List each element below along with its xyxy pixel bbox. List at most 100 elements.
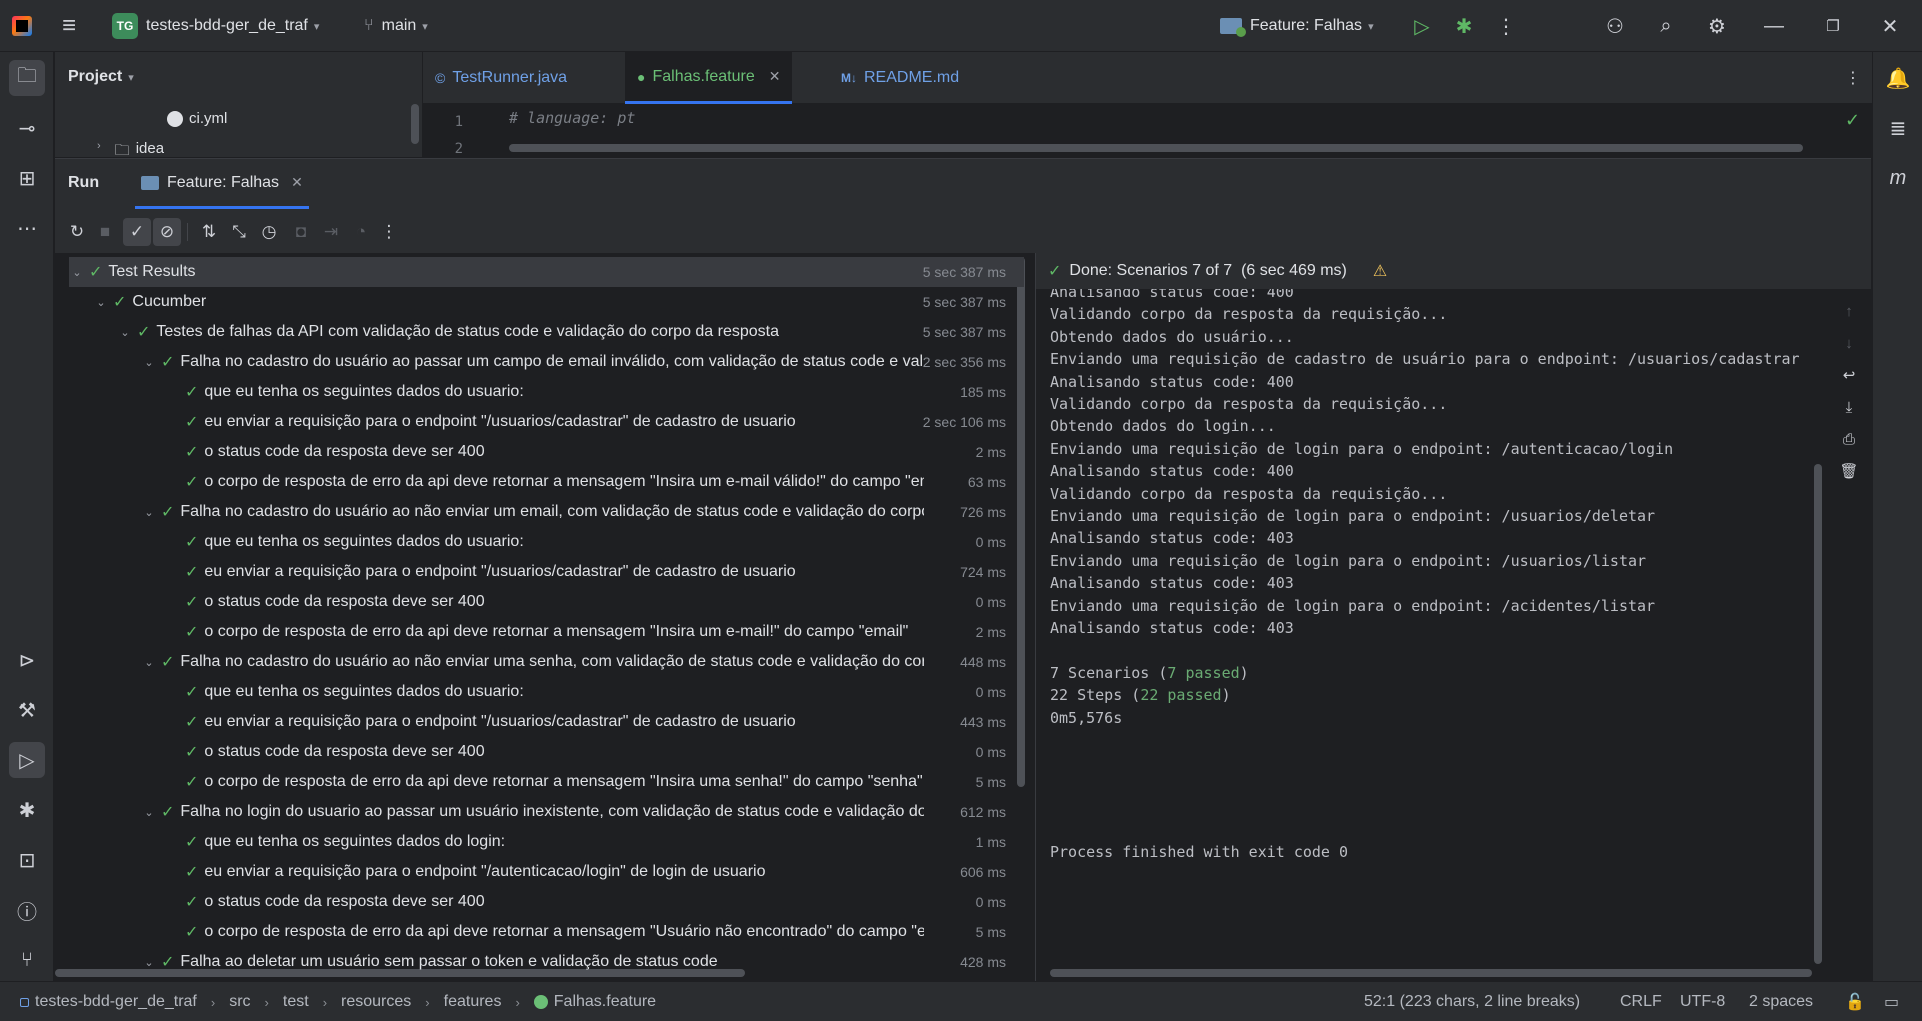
scroll-to-end-icon[interactable]: ⤓ — [1837, 395, 1861, 419]
settings-gear-icon[interactable]: ⚙ — [1700, 0, 1734, 52]
test-step-row[interactable]: ✓ eu enviar a requisição para o endpoint … — [69, 407, 1024, 437]
tree-node-row[interactable]: ⌄ ✓ Test Results 5 sec 387 ms — [69, 257, 1024, 287]
console-output[interactable]: Analisando status code: 400 Validando cor… — [1036, 289, 1826, 982]
test-history-icon[interactable]: ◷ — [255, 218, 283, 246]
coverage-gauge-icon[interactable]: ◔ — [347, 218, 375, 246]
scenario-row[interactable]: ⌄ ✓ Falha no cadastro do usuário ao passar… — [69, 347, 1024, 377]
code-line[interactable]: # language: pt — [509, 109, 635, 127]
commit-icon[interactable]: ⊸ — [9, 110, 45, 146]
console-horizontal-scrollbar[interactable] — [1050, 969, 1812, 977]
tab-testrunner[interactable]: © TestRunner.java — [423, 52, 579, 104]
test-step-row[interactable]: ✓ que eu tenha os seguintes dados do logi… — [69, 827, 1024, 857]
editor-horizontal-scrollbar[interactable] — [509, 144, 1803, 152]
soft-wrap-icon[interactable]: ↩ — [1837, 363, 1861, 387]
close-window-icon[interactable]: ✕ — [1873, 0, 1907, 52]
breadcrumb-item[interactable]: testes-bdd-ger_de_traf — [35, 993, 197, 1011]
restore-window-icon[interactable]: ❐ — [1816, 0, 1850, 52]
expand-chevron-icon[interactable]: ⌄ — [141, 956, 157, 969]
indent-setting[interactable]: 2 spaces — [1749, 982, 1813, 1021]
test-step-row[interactable]: ✓ que eu tenha os seguintes dados do usua… — [69, 677, 1024, 707]
show-ignored-icon[interactable]: ⊘ — [153, 218, 181, 246]
test-step-row[interactable]: ✓ o corpo de resposta de erro da api deve… — [69, 767, 1024, 797]
toolbar-more-icon[interactable]: ⋮ — [375, 218, 403, 246]
expand-chevron-icon[interactable]: ⌄ — [69, 266, 85, 279]
notifications-bell-icon[interactable]: 🔔 — [1880, 60, 1916, 96]
project-panel-title[interactable]: Project ▾ — [68, 68, 134, 86]
scenario-row[interactable]: ⌄ ✓ Falha no cadastro do usuário ao não en… — [69, 497, 1024, 527]
scenario-row[interactable]: ⌄ ✓ Falha no cadastro do usuário ao não en… — [69, 647, 1024, 677]
test-step-row[interactable]: ✓ eu enviar a requisição para o endpoint … — [69, 707, 1024, 737]
test-step-row[interactable]: ✓ eu enviar a requisição para o endpoint … — [69, 857, 1024, 887]
maven-icon[interactable]: m — [1880, 160, 1916, 196]
project-file-item[interactable]: ci.yml — [167, 110, 227, 127]
close-tab-icon[interactable]: ✕ — [769, 68, 781, 85]
terminal-icon[interactable]: ⊡ — [9, 842, 45, 878]
intellij-logo-icon[interactable] — [12, 0, 38, 52]
tab-readme[interactable]: M↓ README.md — [829, 52, 971, 104]
print-icon[interactable]: ⎙ — [1837, 427, 1861, 451]
run-tab-feature-falhas[interactable]: Feature: Falhas ✕ — [135, 159, 309, 209]
close-run-tab-icon[interactable]: ✕ — [291, 174, 303, 191]
run-configuration-selector[interactable]: Feature: Falhas ▾ — [1220, 0, 1374, 52]
rerun-icon[interactable]: ↻ — [63, 218, 91, 246]
memory-indicator-icon[interactable]: ▭ — [1884, 982, 1899, 1021]
tree-node-row[interactable]: ⌄ ✓ Cucumber 5 sec 387 ms — [69, 287, 1024, 317]
breadcrumb-item[interactable]: test — [283, 993, 309, 1011]
git-icon[interactable]: ⑂ — [9, 942, 45, 978]
import-tests-icon[interactable]: ⇥ — [317, 218, 345, 246]
debug-icon[interactable]: ✱ — [1447, 0, 1481, 52]
line-separator[interactable]: CRLF — [1620, 982, 1662, 1021]
database-icon[interactable]: ≣ — [1880, 110, 1916, 146]
tree-node-row[interactable]: ⌄ ✓ Testes de falhas da API com validação … — [69, 317, 1024, 347]
scenario-row[interactable]: ⌄ ✓ Falha ao deletar um usuário sem passar… — [69, 947, 1024, 977]
expand-chevron-icon[interactable]: ⌄ — [141, 806, 157, 819]
console-vertical-scrollbar[interactable] — [1814, 464, 1822, 964]
test-step-row[interactable]: ✓ eu enviar a requisição para o endpoint … — [69, 557, 1024, 587]
file-encoding[interactable]: UTF-8 — [1680, 982, 1725, 1021]
sort-icon[interactable]: ⇅ — [195, 218, 223, 246]
expand-chevron-icon[interactable]: ⌄ — [117, 326, 133, 339]
expand-chevron-icon[interactable]: ⌄ — [93, 296, 109, 309]
build-hammer-icon[interactable]: ⚒ — [9, 692, 45, 728]
test-step-row[interactable]: ✓ o corpo de resposta de erro da api deve… — [69, 917, 1024, 947]
run-tool-icon[interactable]: ▷ — [9, 742, 45, 778]
breadcrumb-item[interactable]: src — [229, 993, 250, 1011]
test-step-row[interactable]: ✓ o corpo de resposta de erro da api deve… — [69, 617, 1024, 647]
show-passed-icon[interactable]: ✓ — [123, 218, 151, 246]
more-actions-icon[interactable]: ⋮ — [1489, 0, 1523, 52]
tab-falhas-feature[interactable]: ● Falhas.feature ✕ — [625, 52, 793, 104]
stop-icon[interactable]: ■ — [91, 218, 119, 246]
lock-icon[interactable]: 🔓 — [1845, 982, 1865, 1021]
test-step-row[interactable]: ✓ o status code da resposta deve ser 400 2… — [69, 437, 1024, 467]
breadcrumb-item[interactable]: resources — [341, 993, 411, 1011]
expand-chevron-icon[interactable]: ⌄ — [141, 656, 157, 669]
expand-chevron-icon[interactable]: ⌄ — [141, 356, 157, 369]
tabs-more-icon[interactable]: ⋮ — [1833, 52, 1873, 104]
test-step-row[interactable]: ✓ o corpo de resposta de erro da api deve… — [69, 467, 1024, 497]
scenario-row[interactable]: ⌄ ✓ Falha no login do usuario ao passar um… — [69, 797, 1024, 827]
minimize-window-icon[interactable]: — — [1757, 0, 1791, 52]
scroll-down-icon[interactable]: ↓ — [1837, 331, 1861, 355]
test-step-row[interactable]: ✓ que eu tenha os seguintes dados do usua… — [69, 377, 1024, 407]
structure-icon[interactable]: ⊞ — [9, 160, 45, 196]
run-icon[interactable]: ▷ — [1405, 0, 1439, 52]
services-icon[interactable]: ⊳ — [9, 642, 45, 678]
branch-selector[interactable]: ⑂ main ▾ — [364, 0, 428, 52]
project-selector[interactable]: TG testes-bdd-ger_de_traf ▾ — [112, 0, 319, 52]
test-step-row[interactable]: ✓ o status code da resposta deve ser 400 0… — [69, 587, 1024, 617]
no-problems-check-icon[interactable]: ✓ — [1845, 110, 1860, 131]
expand-chevron-icon[interactable]: ⌄ — [141, 506, 157, 519]
clear-trash-icon[interactable]: 🗑 — [1837, 459, 1861, 483]
warning-icon[interactable]: ⚠ — [1373, 261, 1387, 281]
problems-icon[interactable]: ⓘ — [9, 892, 45, 928]
project-scrollbar[interactable] — [411, 104, 419, 144]
caret-position[interactable]: 52:1 (223 chars, 2 line breaks) — [1364, 982, 1580, 1021]
project-folder-icon[interactable]: 🗀 — [9, 60, 45, 96]
breadcrumb-item[interactable]: Falhas.feature — [554, 993, 656, 1011]
more-tools-icon[interactable]: ⋯ — [9, 210, 45, 246]
test-step-row[interactable]: ✓ o status code da resposta deve ser 400 0… — [69, 737, 1024, 767]
scroll-up-icon[interactable]: ↑ — [1837, 299, 1861, 323]
camera-icon[interactable]: ◘ — [287, 218, 315, 246]
add-user-icon[interactable]: ⚇ — [1598, 0, 1632, 52]
test-step-row[interactable]: ✓ o status code da resposta deve ser 400 0… — [69, 887, 1024, 917]
